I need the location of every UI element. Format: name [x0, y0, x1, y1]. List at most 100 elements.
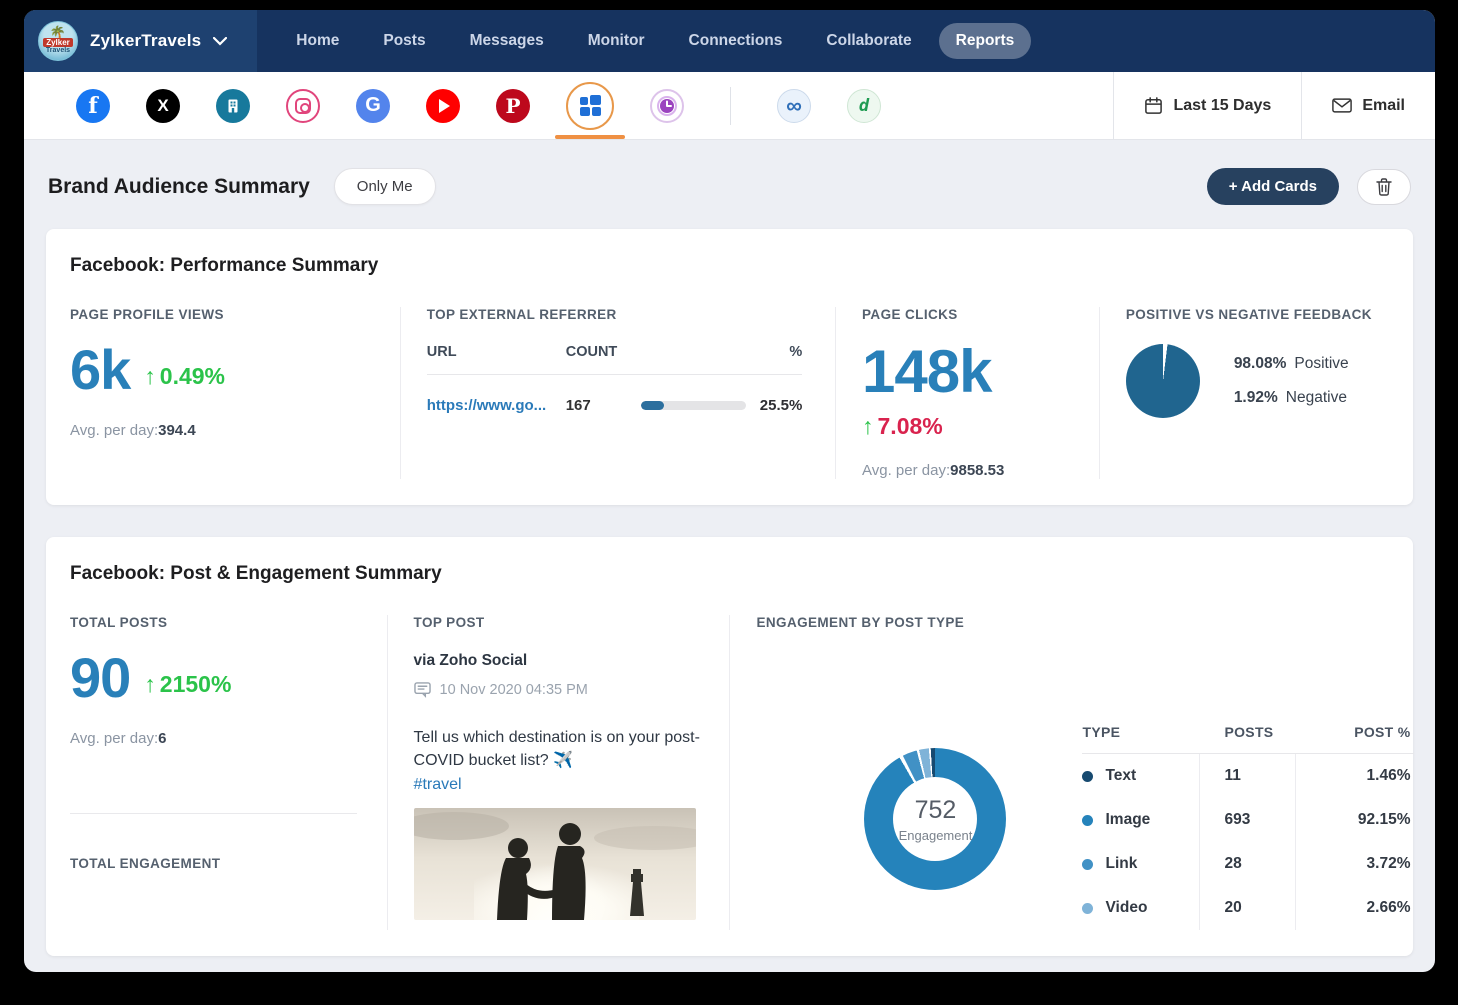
referrer-label: TOP EXTERNAL REFERRER: [427, 307, 835, 322]
positive-feedback: 98.08%Positive: [1234, 355, 1349, 373]
top-post-date: 10 Nov 2020 04:35 PM: [440, 682, 588, 698]
post-engagement-card: Facebook: Post & Engagement Summary TOTA…: [46, 537, 1413, 956]
profile-views-label: PAGE PROFILE VIEWS: [70, 307, 400, 322]
up-arrow-icon: ↑: [862, 413, 874, 440]
page-title: Brand Audience Summary: [48, 175, 310, 199]
profile-views-average: Avg. per day:394.4: [70, 422, 400, 439]
top-post-text: Tell us which destination is on your pos…: [414, 726, 714, 796]
table-row-text: Text 11 1.46%: [1082, 754, 1414, 798]
page-clicks-average: Avg. per day:9858.53: [862, 462, 1099, 479]
col-type: TYPE: [1082, 724, 1200, 740]
post-type-table: TYPE POSTS POST % Text 11 1.46% Image: [1082, 724, 1414, 930]
engagement-by-type-label: ENGAGEMENT BY POST TYPE: [756, 615, 1389, 630]
col-pct: %: [742, 344, 802, 360]
clock-icon: [656, 95, 678, 117]
engagement-card-title: Facebook: Post & Engagement Summary: [70, 563, 1389, 585]
col-post-pct: POST %: [1296, 724, 1414, 740]
channel-bar: f X G P: [24, 72, 1435, 140]
total-posts-average: Avg. per day:6: [70, 730, 387, 747]
page-clicks-widget: PAGE CLICKS 148k ↑ 7.08% Avg. per day:98…: [835, 307, 1099, 479]
brand-logo: 🌴 Zylker Travels: [38, 21, 78, 61]
brand-name: ZylkerTravels: [90, 31, 201, 51]
total-posts-label: TOTAL POSTS: [70, 615, 387, 630]
visibility-pill[interactable]: Only Me: [334, 168, 436, 205]
add-cards-button[interactable]: + Add Cards: [1207, 168, 1339, 205]
channel-bar-actions: Last 15 Days Email: [1113, 72, 1435, 139]
hashtag-link[interactable]: #travel: [414, 776, 462, 793]
table-row-image: Image 693 92.15%: [1082, 798, 1414, 842]
nav-item-collaborate[interactable]: Collaborate: [809, 23, 928, 59]
up-arrow-icon: ↑: [144, 363, 156, 390]
dashboard-grid-icon-selected[interactable]: [566, 82, 614, 130]
profile-views-value: 6k: [70, 344, 130, 396]
referrer-count: 167: [566, 397, 641, 414]
grid-icon: [580, 95, 601, 116]
referrer-table: URL COUNT % https://www.go... 167 25.5%: [427, 344, 803, 414]
nav-item-monitor[interactable]: Monitor: [571, 23, 662, 59]
building-icon: [225, 98, 241, 114]
top-post-label: TOP POST: [414, 615, 730, 630]
table-row-video: Video 20 2.66%: [1082, 886, 1414, 930]
referrer-pct: 25.5%: [742, 397, 802, 414]
youtube-icon[interactable]: [426, 89, 460, 123]
feedback-widget: POSITIVE VS NEGATIVE FEEDBACK 98.08%Posi…: [1099, 307, 1389, 479]
channel-divider: [730, 87, 731, 125]
email-button[interactable]: Email: [1301, 72, 1435, 139]
zoho-desk-icon[interactable]: d: [847, 89, 881, 123]
top-post-image[interactable]: [414, 808, 696, 920]
brand-selector[interactable]: 🌴 Zylker Travels ZylkerTravels: [24, 10, 257, 72]
date-range-label: Last 15 Days: [1173, 97, 1271, 115]
total-posts-change: 2150%: [160, 671, 232, 698]
page-clicks-change: 7.08%: [878, 413, 943, 440]
col-count: COUNT: [566, 344, 641, 360]
schedule-clock-icon[interactable]: [650, 89, 684, 123]
main-nav: Home Posts Messages Monitor Connections …: [279, 10, 1031, 72]
nav-item-home[interactable]: Home: [279, 23, 356, 59]
pinterest-icon[interactable]: P: [496, 89, 530, 123]
referrer-url-link[interactable]: https://www.go...: [427, 397, 566, 414]
feedback-pie-chart: [1126, 344, 1200, 418]
facebook-icon[interactable]: f: [76, 89, 110, 123]
referrer-row: https://www.go... 167 25.5%: [427, 375, 803, 414]
company-page-icon[interactable]: [216, 89, 250, 123]
page-clicks-label: PAGE CLICKS: [862, 307, 1099, 322]
play-icon: [439, 99, 450, 113]
app-window: 🌴 Zylker Travels ZylkerTravels Home Post…: [24, 10, 1435, 972]
performance-summary-card: Facebook: Performance Summary PAGE PROFI…: [46, 229, 1413, 505]
divider: [70, 813, 357, 814]
calendar-icon: [1144, 96, 1163, 115]
instagram-icon[interactable]: [286, 89, 320, 123]
x-twitter-icon[interactable]: X: [146, 89, 180, 123]
legend-dot: [1082, 771, 1093, 782]
nav-item-reports[interactable]: Reports: [939, 23, 1032, 59]
feedback-label: POSITIVE VS NEGATIVE FEEDBACK: [1126, 307, 1389, 322]
legend-dot: [1082, 903, 1093, 914]
total-posts-widget: TOTAL POSTS 90 ↑ 2150% Avg. per day:6 TO…: [70, 615, 387, 930]
nav-item-connections[interactable]: Connections: [672, 23, 800, 59]
google-icon[interactable]: G: [356, 89, 390, 123]
chevron-down-icon: [213, 37, 227, 46]
referrer-progress-bar: [641, 401, 746, 410]
zoho-crm-icon[interactable]: ∞: [777, 89, 811, 123]
trash-icon: [1376, 178, 1392, 196]
palm-tree-icon: 🌴: [50, 28, 66, 38]
donut-center-label: Engagement: [899, 828, 973, 843]
legend-dot: [1082, 859, 1093, 870]
total-engagement-label: TOTAL ENGAGEMENT: [70, 856, 387, 871]
top-navbar: 🌴 Zylker Travels ZylkerTravels Home Post…: [24, 10, 1435, 72]
report-content: Brand Audience Summary Only Me + Add Car…: [24, 168, 1435, 956]
table-row-link: Link 28 3.72%: [1082, 842, 1414, 886]
legend-dot: [1082, 815, 1093, 826]
page-clicks-value: 148k: [862, 338, 991, 405]
nav-item-messages[interactable]: Messages: [453, 23, 561, 59]
post-bubble-icon: [414, 682, 431, 698]
date-range-selector[interactable]: Last 15 Days: [1113, 72, 1301, 139]
page-profile-views-widget: PAGE PROFILE VIEWS 6k ↑ 0.49% Avg. per d…: [70, 307, 400, 479]
delete-dashboard-button[interactable]: [1357, 169, 1411, 205]
total-posts-value: 90: [70, 652, 130, 704]
top-external-referrer-widget: TOP EXTERNAL REFERRER URL COUNT % https:…: [400, 307, 835, 479]
engagement-donut-chart: 752 Engagement: [864, 748, 1006, 890]
nav-item-posts[interactable]: Posts: [366, 23, 442, 59]
page-header: Brand Audience Summary Only Me + Add Car…: [48, 168, 1411, 205]
col-posts: POSTS: [1200, 724, 1296, 740]
